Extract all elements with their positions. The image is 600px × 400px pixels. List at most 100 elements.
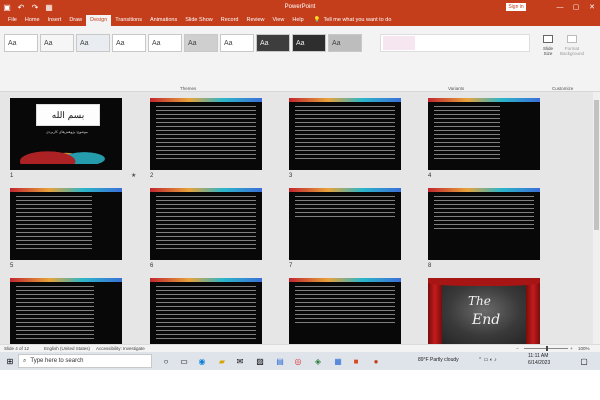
slide-size-icon[interactable]: [543, 35, 553, 43]
zoom-slider-thumb[interactable]: [546, 346, 548, 351]
theme-thumbnail[interactable]: Aa: [148, 34, 182, 52]
color-band: [289, 188, 401, 192]
accessibility-status[interactable]: Accessibility: Investigate: [96, 346, 145, 351]
weather-widget[interactable]: 89°F Partly cloudy: [418, 357, 459, 363]
tell-me-search[interactable]: 💡 Tell me what you want to do: [308, 15, 392, 26]
theme-thumbnail[interactable]: Aa: [184, 34, 218, 52]
slide-thumbnail-4[interactable]: [428, 98, 540, 170]
format-background-button[interactable]: Format Background: [558, 46, 586, 56]
minimize-button[interactable]: —: [552, 0, 568, 14]
notifications-icon[interactable]: ▢: [578, 355, 590, 367]
calligraphy-banner: ﺑﺴﻢ ﺍﻟﻠﻪ: [36, 104, 100, 126]
cortana-icon[interactable]: ○: [160, 355, 172, 367]
theme-thumbnail[interactable]: Aa: [4, 34, 38, 52]
slide-number: 4: [428, 173, 432, 179]
theme-thumbnail[interactable]: Aa: [76, 34, 110, 52]
customize-group-label: Customize: [552, 86, 574, 91]
end-text-end: End: [472, 312, 501, 328]
slide-text-block: [295, 196, 395, 220]
curtain-right: [526, 278, 540, 350]
tab-transitions[interactable]: Transitions: [111, 15, 146, 26]
slide-thumbnail-11[interactable]: [289, 278, 401, 350]
slide-subtitle: موضوع: پژوهش‌های کاربردی: [46, 130, 88, 134]
zoom-in-icon[interactable]: +: [570, 346, 573, 351]
tab-record[interactable]: Record: [217, 15, 243, 26]
theme-thumbnail[interactable]: Aa: [112, 34, 146, 52]
task-view-icon[interactable]: ▭: [178, 355, 190, 367]
photos-icon[interactable]: ▨: [254, 355, 266, 367]
variant-thumbnail[interactable]: [383, 36, 415, 50]
clock-time[interactable]: 11:11 AM: [528, 353, 548, 359]
zoom-level[interactable]: 100%: [578, 346, 590, 351]
tray-icons[interactable]: ⌃ ▭ ◐ ♪: [478, 357, 497, 363]
taskbar-search[interactable]: ⌕ Type here to search: [18, 354, 152, 368]
ribbon-tabs: File Home Insert Draw Design Transitions…: [0, 14, 600, 26]
slide-number: 2: [150, 173, 154, 179]
slide-thumbnail-10[interactable]: [150, 278, 262, 350]
curtain-valance: [428, 278, 540, 286]
powerpoint-window: ▣ ↶ ↷ ▦ PowerPoint Sign in — ▢ ✕ File Ho…: [0, 0, 600, 400]
format-background-icon[interactable]: [567, 35, 577, 43]
windows-start-icon[interactable]: ⊞: [4, 355, 16, 367]
clock-date[interactable]: 6/14/2023: [528, 360, 550, 366]
slide-number: 6: [150, 263, 154, 269]
variants-group-label: Variants: [448, 86, 465, 91]
edge-icon[interactable]: ◉: [196, 355, 208, 367]
mail-icon[interactable]: ✉: [234, 355, 246, 367]
color-band: [10, 278, 122, 282]
tab-view[interactable]: View: [269, 15, 289, 26]
slide-thumbnail-6[interactable]: [150, 188, 262, 260]
scrollbar-thumb[interactable]: [594, 100, 599, 230]
tab-animations[interactable]: Animations: [146, 15, 181, 26]
slide-text-block: [295, 286, 395, 326]
slide-size-button[interactable]: Slide Size: [539, 46, 557, 56]
zoom-out-icon[interactable]: −: [516, 346, 519, 351]
slide-number: 8: [428, 263, 432, 269]
slide-thumbnail-1[interactable]: ﺑﺴﻢ ﺍﻟﻠﻪ موضوع: پژوهش‌های کاربردی: [10, 98, 122, 170]
chrome-icon[interactable]: ◎: [292, 355, 304, 367]
slide-text-block: [156, 196, 256, 252]
slide-thumbnail-5[interactable]: [10, 188, 122, 260]
theme-thumbnail[interactable]: Aa: [40, 34, 74, 52]
slide-text-block: [16, 286, 94, 342]
close-button[interactable]: ✕: [584, 0, 600, 14]
theme-thumbnail[interactable]: Aa: [256, 34, 290, 52]
color-band: [428, 98, 540, 102]
color-band: [150, 278, 262, 282]
search-icon: ⌕: [23, 357, 27, 364]
maps-icon[interactable]: ◈: [312, 355, 324, 367]
tab-home[interactable]: Home: [21, 15, 44, 26]
vertical-scrollbar[interactable]: [593, 92, 600, 344]
color-band: [10, 188, 122, 192]
maximize-button[interactable]: ▢: [568, 0, 584, 14]
tab-design[interactable]: Design: [86, 15, 112, 26]
screen-margin: [0, 370, 600, 400]
file-explorer-icon[interactable]: ▰: [216, 355, 228, 367]
tab-help[interactable]: Help: [288, 15, 307, 26]
theme-thumbnail[interactable]: Aa: [328, 34, 362, 52]
slide-thumbnail-7[interactable]: [289, 188, 401, 260]
sign-in-button[interactable]: Sign in: [506, 3, 526, 11]
tab-review[interactable]: Review: [242, 15, 268, 26]
tab-slide-show[interactable]: Slide Show: [181, 15, 217, 26]
slide-thumbnail-12[interactable]: The End: [428, 278, 540, 350]
app-icon[interactable]: ■: [350, 355, 362, 367]
themes-group-label: Themes: [180, 86, 197, 91]
word-icon[interactable]: ▦: [332, 355, 344, 367]
powerpoint-icon[interactable]: ●: [370, 355, 382, 367]
tab-file[interactable]: File: [4, 15, 21, 26]
slide-thumbnail-8[interactable]: [428, 188, 540, 260]
curtain-left: [428, 278, 442, 350]
slide-thumbnail-2[interactable]: [150, 98, 262, 170]
language-indicator[interactable]: English (United States): [44, 346, 90, 351]
slide-sorter: ﺑﺴﻢ ﺍﻟﻠﻪ موضوع: پژوهش‌های کاربردی 1 ★ 2 …: [0, 92, 600, 350]
slide-thumbnail-9[interactable]: [10, 278, 122, 350]
store-icon[interactable]: ▤: [274, 355, 286, 367]
theme-thumbnail[interactable]: Aa: [292, 34, 326, 52]
theme-thumbnail[interactable]: Aa: [220, 34, 254, 52]
tab-insert[interactable]: Insert: [44, 15, 66, 26]
design-ribbon: Aa Aa Aa Aa Aa Aa Aa Aa Aa Aa Themes Var…: [0, 26, 600, 92]
color-band: [428, 188, 540, 192]
tab-draw[interactable]: Draw: [65, 15, 86, 26]
slide-thumbnail-3[interactable]: [289, 98, 401, 170]
